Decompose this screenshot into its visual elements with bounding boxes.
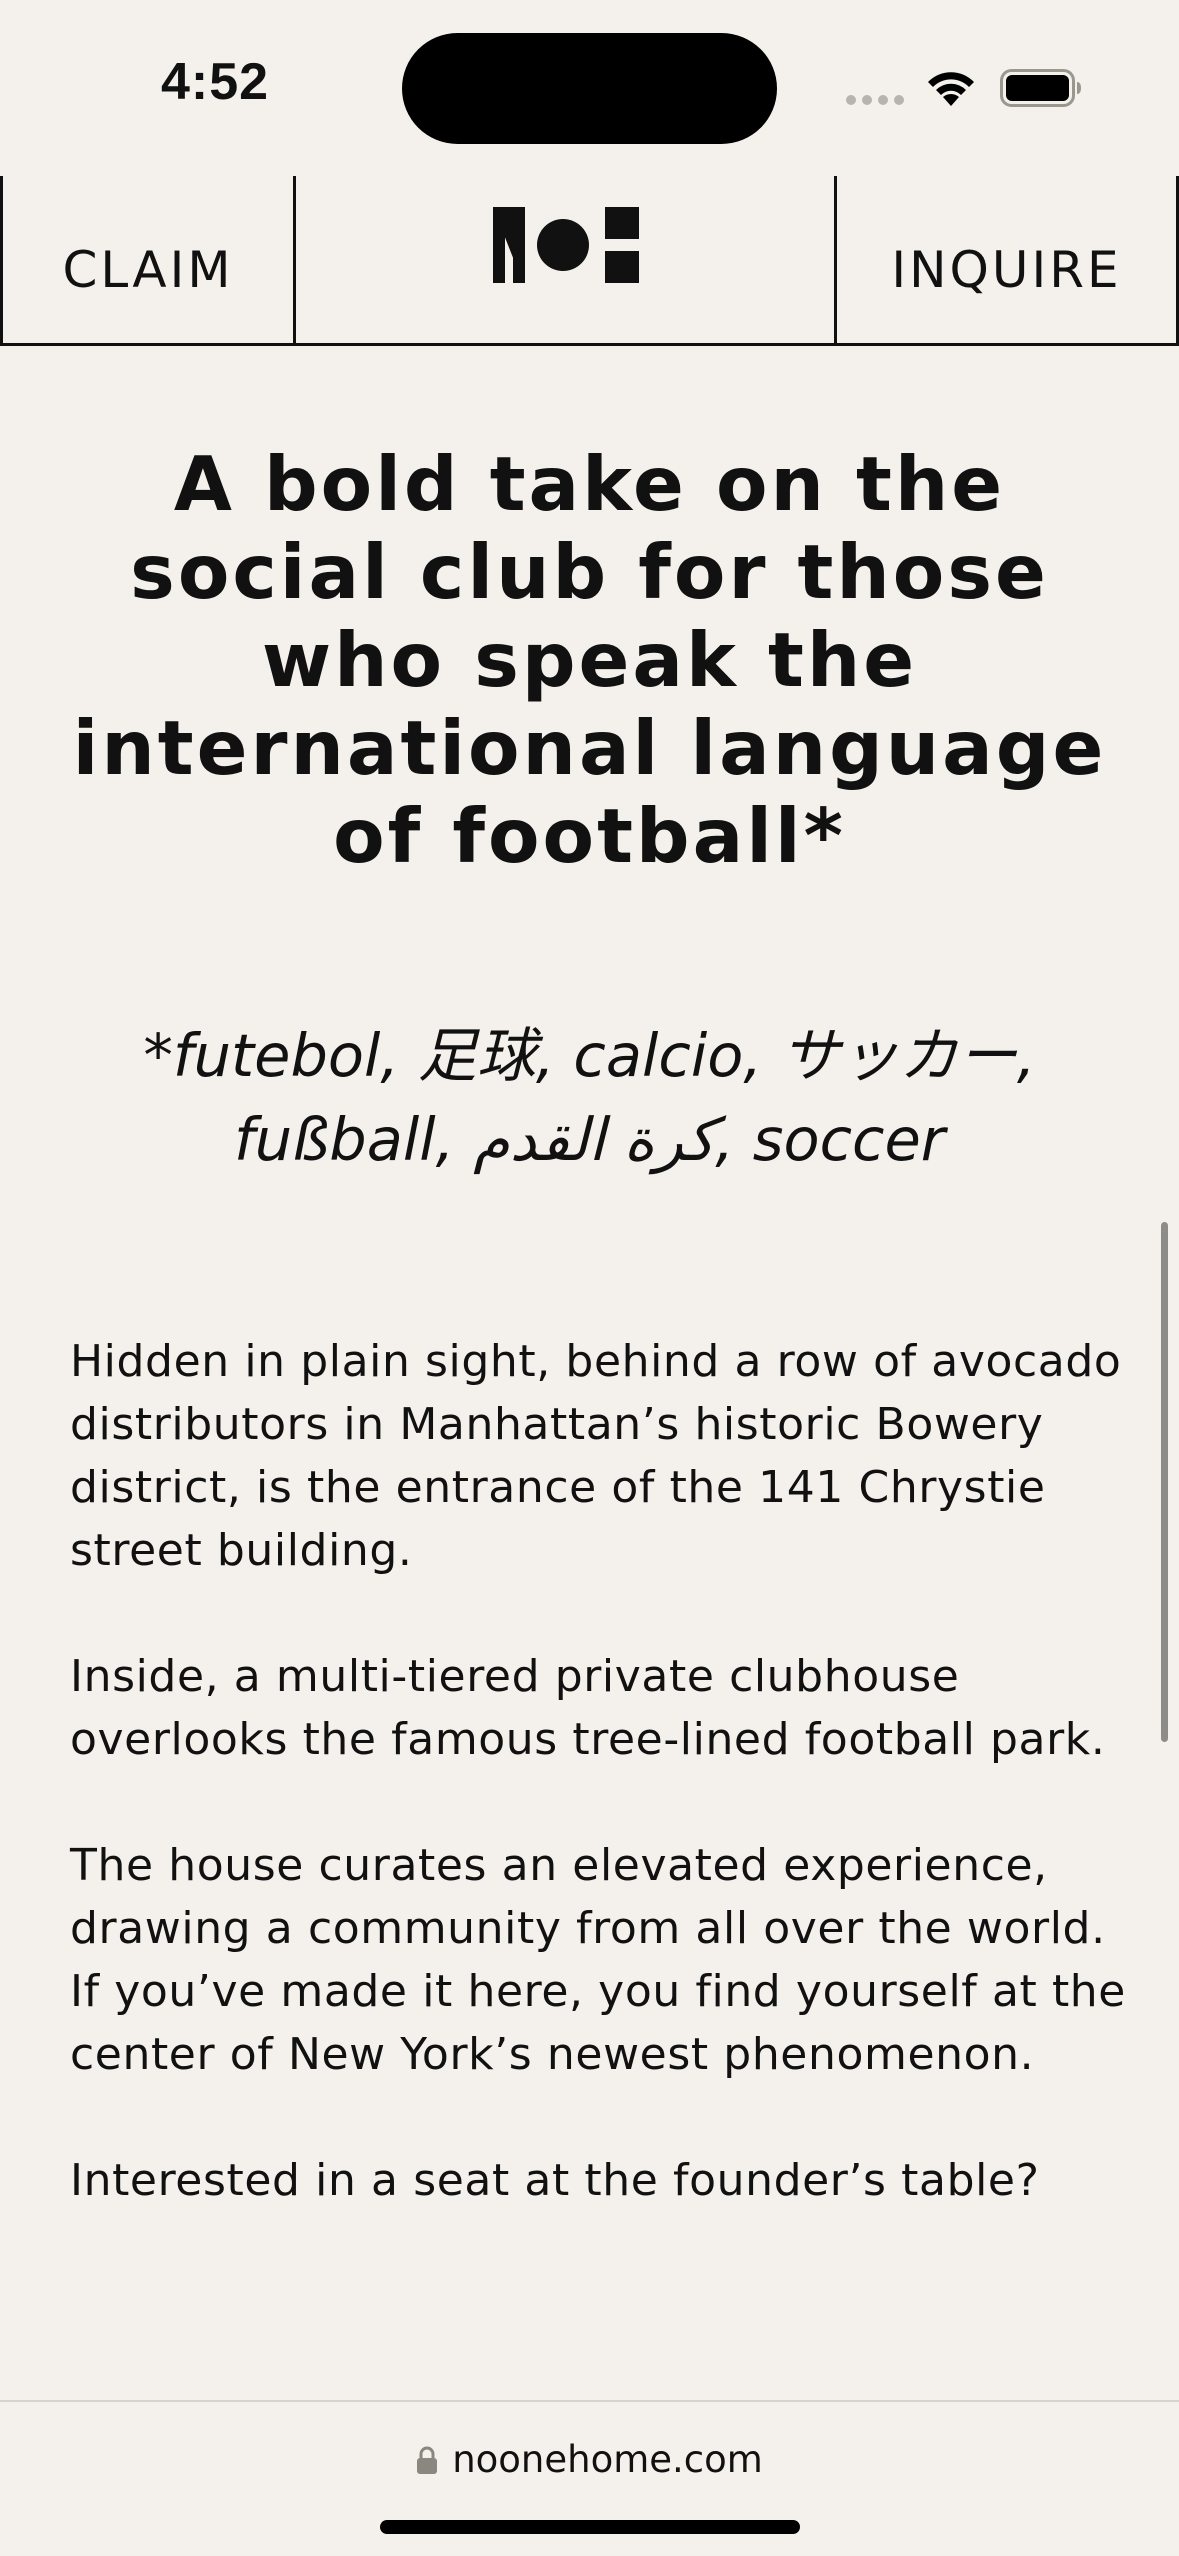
claim-link[interactable]: CLAIM (0, 176, 296, 343)
battery-icon (1000, 69, 1081, 107)
home-logo-link[interactable] (296, 176, 836, 343)
home-indicator[interactable] (380, 2520, 800, 2534)
paragraph-experience: The house curates an elevated experience… (70, 1840, 1126, 2080)
headline: A bold take on the social club for those… (72, 440, 1107, 880)
scroll-indicator[interactable] (1161, 1222, 1168, 1742)
wifi-icon (928, 72, 974, 106)
url-text: noonehome.com (452, 2438, 763, 2481)
site-nav: CLAIM INQUIRE (0, 176, 1179, 346)
paragraph-location: Hidden in plain sight, behind a row of a… (70, 1336, 1122, 1576)
paragraph-invitation: Interested in a seat at the founder’s ta… (70, 2155, 1040, 2206)
brand-logo (493, 206, 639, 283)
cellular-signal-icon (846, 95, 904, 105)
football-translations: *futebol, 足球, calcio, サッカー, fußball, كرة… (143, 1021, 1036, 1174)
intro-text: Hidden in plain sight, behind a row of a… (70, 1330, 1130, 2275)
status-time: 4:52 (160, 53, 270, 111)
paragraph-clubhouse: Inside, a multi-tiered private clubhouse… (70, 1651, 1106, 1765)
claim-label: CLAIM (62, 240, 234, 299)
status-bar: 4:52 (0, 0, 1179, 176)
inquire-link[interactable]: INQUIRE (834, 176, 1179, 343)
lock-icon (417, 2446, 438, 2474)
inquire-label: INQUIRE (891, 240, 1122, 299)
url-display[interactable]: noonehome.com (0, 2438, 1179, 2481)
dynamic-island (402, 33, 777, 144)
